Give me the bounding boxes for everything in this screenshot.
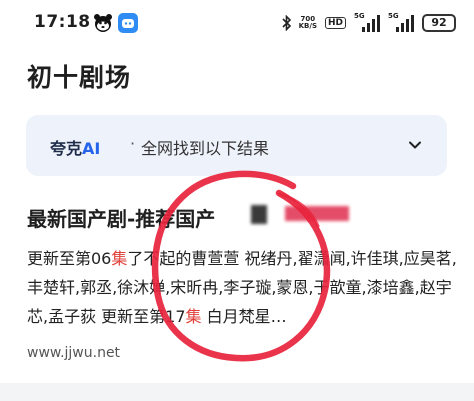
- chevron-down-icon[interactable]: [407, 137, 423, 153]
- network-speed: 700 KB/S: [299, 16, 317, 30]
- signal-label-2: 5G: [388, 12, 399, 20]
- redacted-mark: [285, 206, 349, 221]
- result-source-url[interactable]: www.jjwu.net: [27, 345, 120, 361]
- next-card-edge: [0, 383, 474, 401]
- ai-summary-bar[interactable]: 夸克AI · 全网找到以下结果: [26, 115, 447, 176]
- ai-brand-name: 夸克: [50, 139, 83, 158]
- signal-strength-2: 5G: [388, 12, 414, 32]
- ai-subtitle: 全网找到以下结果: [141, 139, 270, 158]
- snippet-text: 白月梵星…: [201, 307, 287, 326]
- snippet-highlight: 集: [185, 307, 202, 326]
- hd-badge: HD: [324, 17, 346, 29]
- snippet-text: 更新至第06: [27, 249, 112, 268]
- status-bar: 17:18 700 KB/S HD 5G 5G 92: [0, 0, 474, 44]
- signal-strength-1: 5G: [354, 12, 380, 32]
- page-title: 初十剧场: [27, 63, 132, 92]
- ai-brand: 夸克AI: [50, 135, 100, 159]
- result-snippet: 更新至第06集了不起的曹萱萱 祝绪丹,翟潇闻,许佳琪,应昊茗,丰楚轩,郭丞,徐沐…: [27, 244, 457, 331]
- snippet-highlight: 集: [111, 249, 128, 268]
- battery-indicator: 92: [422, 14, 456, 32]
- bluetooth-icon: [282, 15, 291, 31]
- blue-app-icon: [118, 13, 138, 33]
- signal-label-1: 5G: [354, 12, 365, 20]
- bear-app-icon: [94, 14, 112, 32]
- redacted-mark: [251, 205, 267, 224]
- speed-unit: KB/S: [298, 22, 317, 30]
- status-time: 17:18: [34, 12, 91, 32]
- ai-brand-ai: AI: [82, 139, 101, 158]
- result-title[interactable]: 最新国产剧-推荐国产: [27, 203, 215, 232]
- status-indicators: 700 KB/S HD 5G 5G 92: [282, 11, 456, 35]
- ai-separator: ·: [130, 134, 136, 153]
